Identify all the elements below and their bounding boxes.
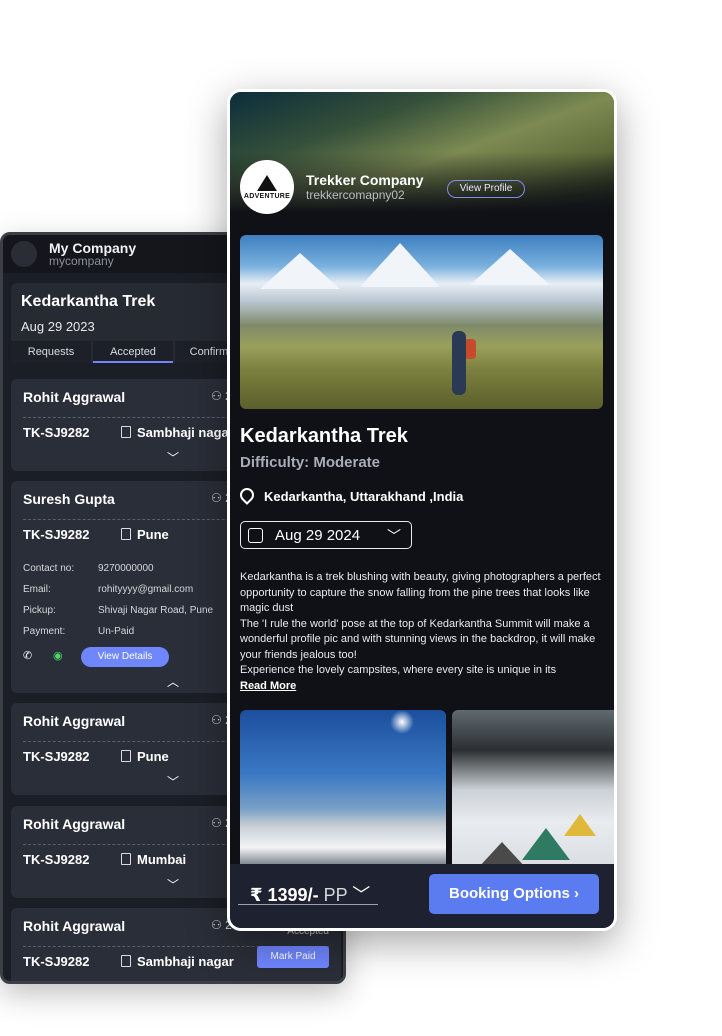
ticket-id: TK-SJ9282 <box>23 749 90 764</box>
ticket-id: TK-SJ9282 <box>23 954 90 969</box>
booking-options-button[interactable]: Booking Options › <box>429 874 599 914</box>
bookmark-icon <box>121 528 131 540</box>
trek-description: Kedarkantha is a trek blushing with beau… <box>240 571 601 676</box>
gallery-image[interactable] <box>240 710 446 870</box>
calendar-icon <box>248 528 263 543</box>
phone-icon[interactable]: ✆ <box>23 649 32 662</box>
selected-date: Aug 29 2024 <box>275 527 361 544</box>
tab-accepted[interactable]: Accepted <box>93 341 173 363</box>
photo-tent <box>564 814 596 836</box>
whatsapp-icon[interactable]: ◉ <box>53 649 63 662</box>
avatar[interactable] <box>11 241 37 267</box>
bookmark-icon <box>121 955 131 967</box>
chevron-down-icon[interactable]: ﹀ <box>167 773 179 790</box>
person-icon: ⚇ <box>211 491 226 505</box>
chevron-up-icon[interactable]: ︿ <box>167 673 179 690</box>
tab-requests[interactable]: Requests <box>11 341 91 363</box>
photo-peak <box>260 253 340 289</box>
trek-location: Kedarkantha, Uttarakhand ,India <box>237 485 463 505</box>
traveler-name: Rohit Aggrawal <box>23 918 126 934</box>
booking-bar: ₹ 1399/- PP ﹀ Booking Options › <box>230 864 614 928</box>
photo-sun <box>390 710 414 734</box>
mark-paid-button[interactable]: Mark Paid <box>257 946 329 968</box>
pickup-location: Sambhaji nagar <box>121 954 234 969</box>
chevron-down-icon[interactable]: ﹀ <box>167 449 179 466</box>
gallery-image[interactable] <box>452 710 614 870</box>
pickup-location: Sambhaji nagar <box>121 425 234 440</box>
bookmark-icon <box>121 853 131 865</box>
pickup-location: Pune <box>121 527 169 542</box>
trek-difficulty: Difficulty: Moderate <box>240 454 381 471</box>
chevron-down-icon[interactable]: ﹀ <box>167 876 179 893</box>
traveler-name: Rohit Aggrawal <box>23 713 126 729</box>
pickup-location: Pune <box>121 749 169 764</box>
trek-photo[interactable] <box>240 235 603 409</box>
bookmark-icon <box>121 750 131 762</box>
email-row: Email: rohityyyy@gmail.com <box>23 584 194 595</box>
pickup-location: Mumbai <box>121 852 186 867</box>
photo-tent <box>522 828 570 860</box>
person-icon: ⚇ <box>211 918 226 932</box>
ticket-id: TK-SJ9282 <box>23 527 90 542</box>
company-username: trekkercomapny02 <box>306 188 405 202</box>
logo-text: ADVENTURE <box>243 192 291 200</box>
price-underline <box>238 904 378 905</box>
person-icon: ⚇ <box>211 816 226 830</box>
trek-date: Aug 29 2023 <box>21 319 95 334</box>
company-username: mycompany <box>49 254 114 268</box>
date-dropdown[interactable]: Aug 29 2024 ﹀ <box>240 521 412 549</box>
location-pin-icon <box>237 485 257 505</box>
ticket-id: TK-SJ9282 <box>23 852 90 867</box>
view-profile-button[interactable]: View Profile <box>447 180 525 198</box>
read-more-link[interactable]: Read More <box>240 680 296 692</box>
trek-detail-screen: ADVENTURE Trekker Company trekkercomapny… <box>227 89 617 931</box>
chevron-down-icon: ﹀ <box>387 528 401 544</box>
photo-hiker <box>452 331 466 395</box>
bookmark-icon <box>121 426 131 438</box>
contact-row: Contact no: 9270000000 <box>23 563 154 574</box>
company-name: Trekker Company <box>306 172 424 188</box>
ticket-id: TK-SJ9282 <box>23 425 90 440</box>
person-icon: ⚇ <box>211 389 226 403</box>
photo-peak <box>360 243 440 287</box>
traveler-name: Suresh Gupta <box>23 491 115 507</box>
traveler-name: Rohit Aggrawal <box>23 389 126 405</box>
photo-peak <box>470 249 550 285</box>
company-name: My Company <box>49 240 137 256</box>
mountain-icon <box>257 174 277 191</box>
payment-row: Payment: Un-Paid <box>23 626 135 637</box>
chevron-right-icon: › <box>574 885 579 902</box>
company-logo[interactable]: ADVENTURE <box>240 160 294 214</box>
chevron-down-icon: ﹀ <box>352 885 371 905</box>
pickup-row: Pickup: Shivaji Nagar Road, Pune <box>23 605 214 616</box>
traveler-name: Rohit Aggrawal <box>23 816 126 832</box>
trek-title: Kedarkantha Trek <box>240 425 408 447</box>
view-details-button[interactable]: View Details <box>81 647 169 667</box>
trek-title: Kedarkantha Trek <box>21 293 156 310</box>
person-icon: ⚇ <box>211 713 226 727</box>
